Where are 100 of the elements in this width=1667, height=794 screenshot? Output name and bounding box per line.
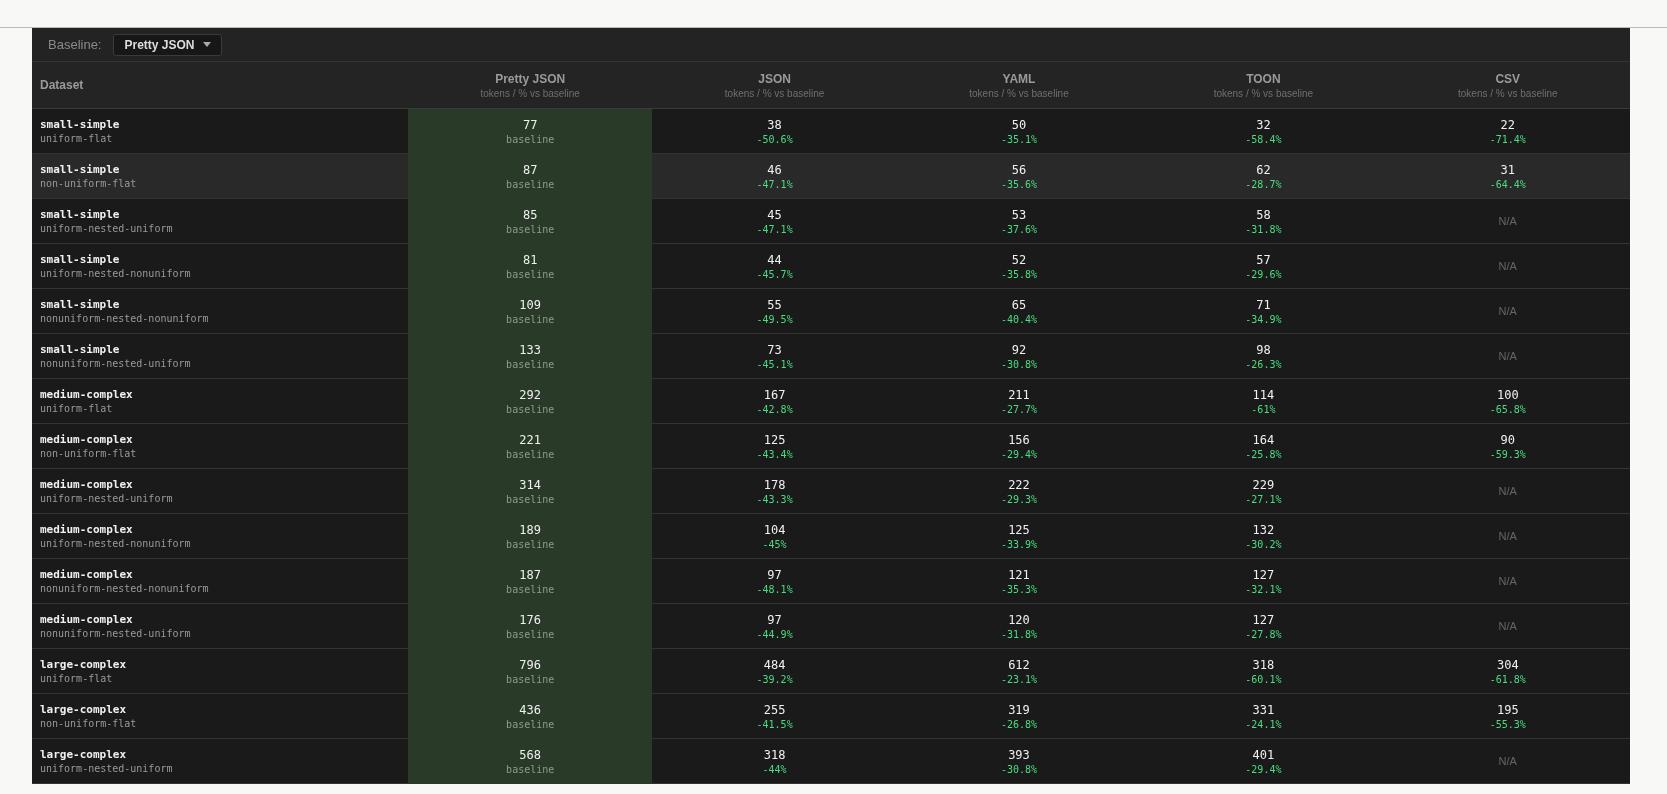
dataset-name: medium-complex	[40, 523, 133, 536]
dataset-variant-label: uniform-nested-nonuniform	[40, 268, 191, 279]
percent-change: -44%	[762, 763, 787, 775]
token-count: 612	[1008, 657, 1030, 672]
not-available-text: N/A	[1498, 350, 1517, 362]
caret-icon	[202, 42, 211, 47]
token-count: 164	[1252, 432, 1275, 447]
token-count: 314	[519, 477, 542, 492]
dataset-variant-label: non-uniform-flat	[40, 178, 137, 189]
dataset-name: small-simple	[40, 253, 120, 266]
percent-change: -47.1%	[756, 178, 793, 190]
token-count: 98	[1256, 342, 1271, 357]
percent-change: -32.1%	[1245, 583, 1282, 595]
token-count: 97	[767, 612, 782, 627]
token-count: 127	[1252, 567, 1275, 582]
column-header: JSON	[758, 71, 791, 86]
token-count: 255	[763, 702, 786, 717]
column-subtitle: tokens / % vs baseline	[1458, 87, 1558, 99]
token-count: 401	[1252, 747, 1275, 762]
token-count: 50	[1011, 117, 1027, 132]
dataset-variant-label: nonuniform-nested-uniform	[40, 628, 191, 639]
percent-change: -35.1%	[1000, 133, 1038, 145]
token-count: 114	[1252, 387, 1275, 402]
token-count: 318	[1252, 657, 1275, 672]
baseline-dropdown[interactable]: Pretty JSON	[113, 33, 222, 56]
token-count: 121	[1008, 567, 1030, 582]
baseline-label: baseline	[506, 763, 555, 775]
token-count: 211	[1008, 387, 1030, 402]
token-count: 56	[1011, 162, 1027, 177]
percent-change: -58.4%	[1245, 133, 1282, 145]
token-count: 167	[763, 387, 786, 402]
token-count: 58	[1256, 207, 1271, 222]
percent-change: -39.2%	[756, 673, 793, 685]
percent-change: -71.4%	[1489, 133, 1526, 145]
dataset-name: medium-complex	[40, 478, 133, 491]
percent-change: -45.1%	[756, 358, 793, 370]
token-count: 85	[522, 207, 538, 222]
dataset-name: small-simple	[40, 208, 120, 221]
baseline-label: baseline	[506, 448, 555, 460]
percent-change: -28.7%	[1245, 178, 1282, 190]
token-count: 436	[519, 702, 542, 717]
dataset-name: large-complex	[40, 658, 127, 671]
not-available-text: N/A	[1498, 530, 1517, 542]
percent-change: -34.9%	[1245, 313, 1282, 325]
not-available-text: N/A	[1498, 575, 1517, 587]
token-count: 109	[519, 297, 542, 312]
baseline-label: baseline	[506, 718, 555, 730]
percent-change: -26.3%	[1245, 358, 1282, 370]
percent-change: -45%	[762, 538, 787, 550]
dataset-variant-label: uniform-nested-uniform	[40, 223, 173, 234]
column-subtitle: tokens / % vs baseline	[1213, 87, 1314, 99]
percent-change: -37.6%	[1000, 223, 1038, 235]
dataset-name: medium-complex	[40, 613, 133, 626]
baseline-label: baseline	[506, 178, 555, 190]
percent-change: -49.5%	[756, 313, 793, 325]
dataset-name: large-complex	[40, 703, 127, 716]
dataset-variant-label: uniform-flat	[40, 673, 113, 684]
percent-change: -29.3%	[1000, 493, 1038, 505]
dataset-variant-label: non-uniform-flat	[40, 448, 137, 459]
token-count: 87	[522, 162, 538, 177]
token-count: 38	[767, 117, 782, 132]
dataset-name: medium-complex	[40, 388, 133, 401]
baseline-label: baseline	[506, 358, 555, 370]
token-count: 57	[1256, 252, 1271, 267]
baseline-label: baseline	[506, 403, 555, 415]
percent-change: -41.5%	[756, 718, 793, 730]
percent-change: -35.3%	[1000, 583, 1038, 595]
percent-change: -29.4%	[1245, 763, 1282, 775]
baseline-label: baseline	[506, 493, 555, 505]
percent-change: -43.4%	[756, 448, 793, 460]
not-available-text: N/A	[1498, 215, 1517, 227]
dataset-variant-label: uniform-nested-nonuniform	[40, 538, 191, 549]
percent-change: -31.8%	[1245, 223, 1282, 235]
dataset-name: small-simple	[40, 163, 120, 176]
dataset-name: small-simple	[40, 298, 120, 311]
percent-change: -44.9%	[756, 628, 793, 640]
token-count: 71	[1256, 297, 1271, 312]
percent-change: -42.8%	[756, 403, 793, 415]
dataset-variant-label: uniform-flat	[40, 133, 113, 144]
percent-change: -61.8%	[1489, 673, 1526, 685]
percent-change: -40.4%	[1000, 313, 1038, 325]
baseline-label: baseline	[506, 583, 555, 595]
percent-change: -64.4%	[1489, 178, 1526, 190]
percent-change: -43.3%	[756, 493, 793, 505]
token-count: 125	[1008, 522, 1030, 537]
percent-change: -50.6%	[756, 133, 793, 145]
column-header: YAML	[1002, 71, 1036, 86]
percent-change: -59.3%	[1489, 448, 1526, 460]
dataset-name: medium-complex	[40, 568, 133, 581]
column-subtitle: tokens / % vs baseline	[724, 87, 825, 99]
dataset-variant-label: nonuniform-nested-nonuniform	[40, 583, 209, 594]
not-available-text: N/A	[1498, 620, 1517, 632]
token-count: 44	[767, 252, 782, 267]
token-count: 195	[1496, 702, 1519, 717]
token-count: 304	[1496, 657, 1519, 672]
token-count: 104	[763, 522, 786, 537]
percent-change: -29.4%	[1000, 448, 1038, 460]
percent-change: -25.8%	[1245, 448, 1282, 460]
token-count: 156	[1008, 432, 1030, 447]
token-count: 65	[1011, 297, 1027, 312]
